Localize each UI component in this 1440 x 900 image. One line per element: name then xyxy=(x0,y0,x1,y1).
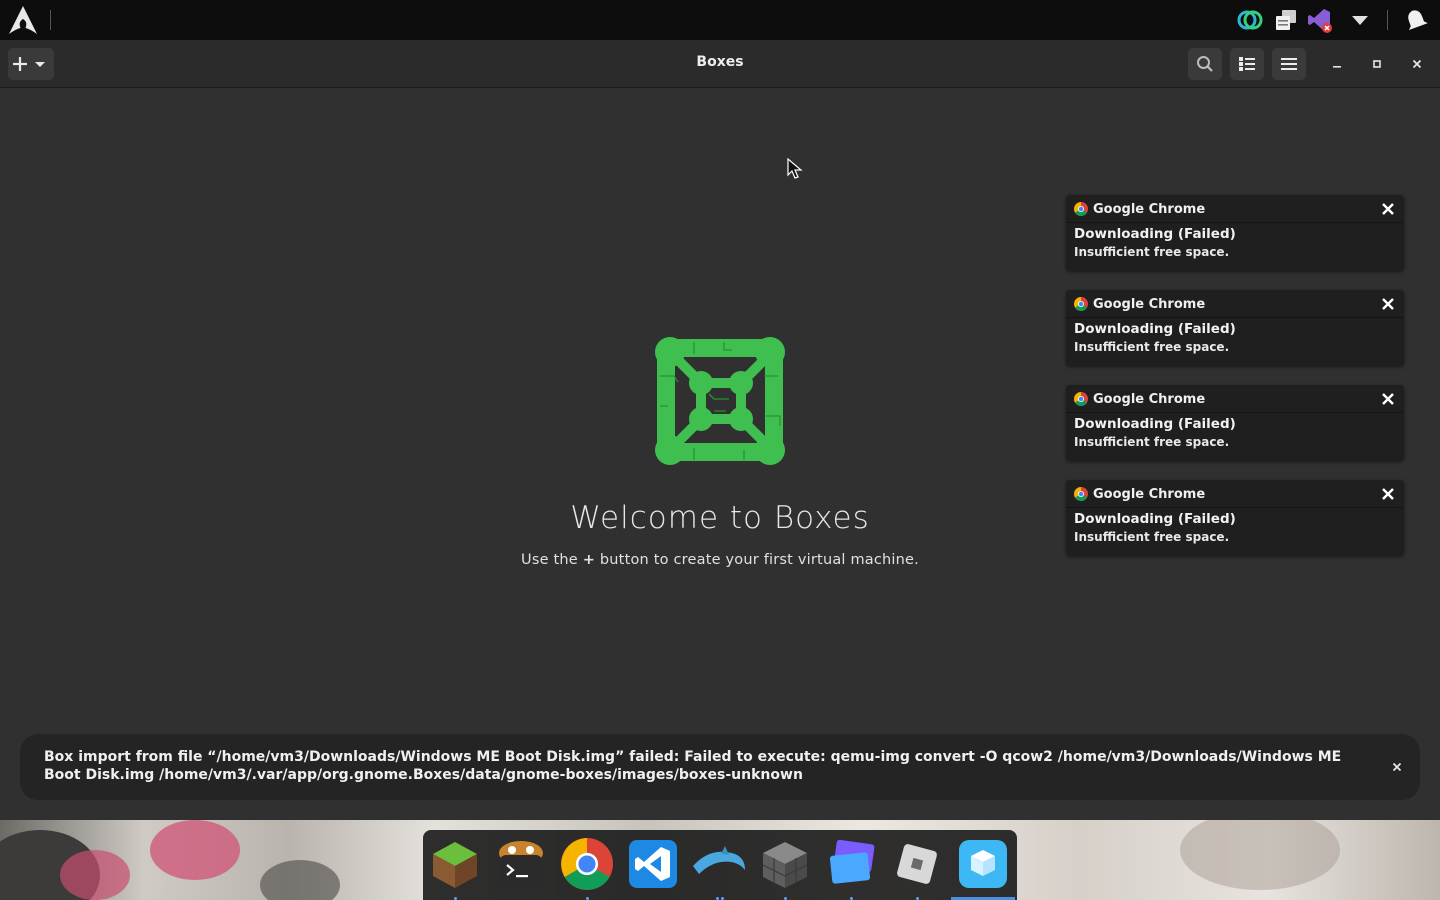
panel-separator xyxy=(50,10,51,30)
wallpaper-shape xyxy=(1180,820,1340,890)
notification-header: Google Chrome xyxy=(1066,385,1404,413)
error-banner: Box import from file “/home/vm3/Download… xyxy=(20,734,1420,800)
header-bar: Boxes xyxy=(0,40,1440,88)
wallpaper-shape xyxy=(260,860,340,900)
clipboard-icon[interactable] xyxy=(1270,4,1302,36)
notification-body: Insufficient free space. xyxy=(1074,245,1230,259)
list-view-icon xyxy=(1239,57,1255,71)
close-icon xyxy=(1392,762,1402,772)
close-icon xyxy=(1382,488,1394,500)
notification-body: Insufficient free space. xyxy=(1074,530,1230,544)
close-icon xyxy=(1412,59,1422,69)
dock xyxy=(423,830,1017,900)
maximize-icon xyxy=(1373,60,1381,68)
notification-close-button[interactable] xyxy=(1378,294,1398,314)
visual-studio-icon[interactable] xyxy=(1304,4,1336,36)
error-banner-close-button[interactable] xyxy=(1386,756,1408,778)
notification-card[interactable]: Google Chrome Downloading (Failed) Insuf… xyxy=(1066,195,1404,271)
google-chrome-icon xyxy=(1074,487,1088,501)
notification-card[interactable]: Google Chrome Downloading (Failed) Insuf… xyxy=(1066,480,1404,556)
terminal-icon[interactable] xyxy=(493,836,549,892)
notification-card[interactable]: Google Chrome Downloading (Failed) Insuf… xyxy=(1066,385,1404,461)
error-banner-message: Box import from file “/home/vm3/Download… xyxy=(44,749,1342,783)
maximize-button[interactable] xyxy=(1365,52,1389,76)
google-chrome-icon xyxy=(1074,392,1088,406)
wallpaper-shape xyxy=(150,820,240,880)
notification-app-name: Google Chrome xyxy=(1093,487,1206,502)
close-icon xyxy=(1382,393,1394,405)
dropdown-arrow-icon[interactable] xyxy=(1344,4,1376,36)
tray-separator xyxy=(1387,10,1388,30)
notification-header: Google Chrome xyxy=(1066,195,1404,223)
plus-icon xyxy=(13,57,45,71)
new-box-button[interactable] xyxy=(8,48,54,80)
sync-icon[interactable] xyxy=(1234,4,1266,36)
search-icon xyxy=(1197,56,1213,72)
minimize-icon xyxy=(1333,66,1341,68)
hamburger-menu-icon xyxy=(1281,58,1297,70)
welcome-sub-before: Use the xyxy=(521,552,583,568)
notification-title: Downloading (Failed) xyxy=(1074,416,1236,432)
dolphin-emulator-icon[interactable] xyxy=(691,836,747,892)
notification-title: Downloading (Failed) xyxy=(1074,321,1236,337)
notification-title: Downloading (Failed) xyxy=(1074,226,1236,242)
vscode-icon[interactable] xyxy=(625,836,681,892)
notification-header: Google Chrome xyxy=(1066,480,1404,508)
top-panel xyxy=(0,0,1440,40)
block-icon[interactable] xyxy=(757,836,813,892)
close-icon xyxy=(1382,298,1394,310)
roblox-icon[interactable] xyxy=(889,836,945,892)
google-chrome-icon xyxy=(1074,202,1088,216)
notification-app-name: Google Chrome xyxy=(1093,392,1206,407)
boxes-app-icon[interactable] xyxy=(955,836,1011,892)
notification-body: Insufficient free space. xyxy=(1074,435,1230,449)
close-window-button[interactable] xyxy=(1405,52,1429,76)
google-chrome-icon[interactable] xyxy=(559,836,615,892)
stacked-windows-icon[interactable] xyxy=(823,836,879,892)
window-title: Boxes xyxy=(696,54,744,70)
notification-header: Google Chrome xyxy=(1066,290,1404,318)
boxes-logo-icon xyxy=(654,336,788,466)
notification-card[interactable]: Google Chrome Downloading (Failed) Insuf… xyxy=(1066,290,1404,366)
minimize-button[interactable] xyxy=(1325,52,1349,76)
notification-close-button[interactable] xyxy=(1378,199,1398,219)
search-button[interactable] xyxy=(1188,48,1222,80)
notifications-bell-icon[interactable] xyxy=(1400,4,1432,36)
notification-app-name: Google Chrome xyxy=(1093,297,1206,312)
google-chrome-icon xyxy=(1074,297,1088,311)
main-menu-button[interactable] xyxy=(1272,48,1306,80)
minecraft-icon[interactable] xyxy=(427,836,483,892)
wallpaper-shape xyxy=(60,850,130,900)
welcome-sub-after: button to create your first virtual mach… xyxy=(595,552,919,568)
notification-title: Downloading (Failed) xyxy=(1074,511,1236,527)
list-view-button[interactable] xyxy=(1230,48,1264,80)
notification-app-name: Google Chrome xyxy=(1093,202,1206,217)
close-icon xyxy=(1382,203,1394,215)
mouse-cursor-icon xyxy=(787,158,803,179)
desktop-wallpaper xyxy=(0,820,1440,900)
welcome-sub-plus: + xyxy=(582,552,596,568)
notification-close-button[interactable] xyxy=(1378,389,1398,409)
arch-linux-icon[interactable] xyxy=(6,4,40,36)
notification-close-button[interactable] xyxy=(1378,484,1398,504)
notification-body: Insufficient free space. xyxy=(1074,340,1230,354)
